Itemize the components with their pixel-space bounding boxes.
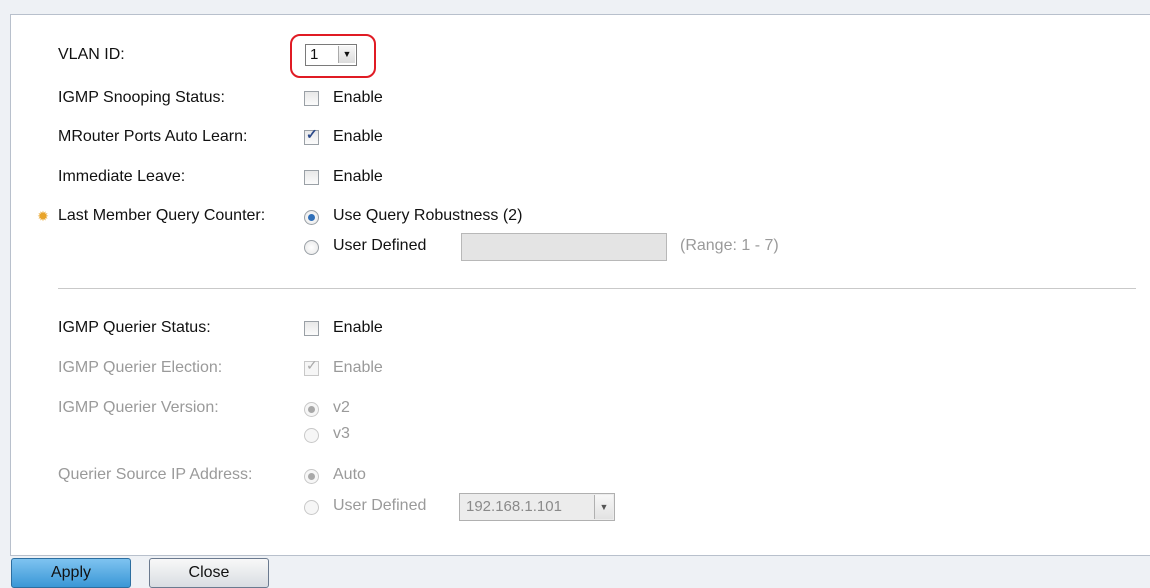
querier-version-v3-label: v3 bbox=[333, 425, 350, 442]
querier-source-auto-radio[interactable] bbox=[304, 469, 319, 484]
querier-version-label: IGMP Querier Version: bbox=[58, 399, 219, 416]
apply-button[interactable]: Apply bbox=[11, 558, 131, 588]
querier-election-label: IGMP Querier Election: bbox=[58, 359, 223, 376]
querier-source-ip-select[interactable]: 192.168.1.101 ▼ bbox=[459, 493, 615, 521]
lmqc-value-input[interactable] bbox=[461, 233, 667, 261]
lmqc-user-defined-label: User Defined bbox=[333, 237, 427, 254]
gear-icon: ✹ bbox=[37, 208, 49, 224]
lmqc-range-hint: (Range: 1 - 7) bbox=[680, 237, 779, 254]
igmp-snooping-label: IGMP Snooping Status: bbox=[58, 89, 225, 106]
lmqc-robustness-label: Use Query Robustness (2) bbox=[333, 207, 523, 224]
top-strip bbox=[0, 0, 1150, 14]
mrouter-checkbox[interactable] bbox=[304, 126, 319, 145]
querier-version-v2-label: v2 bbox=[333, 399, 350, 416]
igmp-snooping-enable-label: Enable bbox=[333, 89, 383, 106]
vlan-id-select[interactable]: 1 ▼ bbox=[305, 44, 357, 66]
immediate-leave-label: Immediate Leave: bbox=[58, 168, 186, 185]
lmqc-user-defined-radio[interactable] bbox=[304, 240, 319, 255]
querier-status-checkbox[interactable] bbox=[304, 321, 319, 336]
querier-version-v3-radio[interactable] bbox=[304, 428, 319, 443]
querier-source-user-radio[interactable] bbox=[304, 500, 319, 515]
vlan-id-value: 1 bbox=[310, 46, 319, 63]
igmp-snooping-checkbox[interactable] bbox=[304, 91, 319, 106]
mrouter-label: MRouter Ports Auto Learn: bbox=[58, 128, 248, 145]
section-divider bbox=[58, 288, 1136, 289]
mrouter-enable-label: Enable bbox=[333, 128, 383, 145]
querier-election-checkbox[interactable] bbox=[304, 357, 319, 376]
querier-source-user-label: User Defined bbox=[333, 497, 427, 514]
lmqc-robustness-radio[interactable] bbox=[304, 210, 319, 225]
chevron-down-icon[interactable]: ▼ bbox=[594, 495, 613, 519]
close-button[interactable]: Close bbox=[149, 558, 269, 588]
querier-status-enable-label: Enable bbox=[333, 319, 383, 336]
querier-source-label: Querier Source IP Address: bbox=[58, 466, 253, 483]
lmqc-label: Last Member Query Counter: bbox=[58, 207, 266, 224]
querier-status-label: IGMP Querier Status: bbox=[58, 319, 211, 336]
querier-source-auto-label: Auto bbox=[333, 466, 366, 483]
querier-source-ip-value: 192.168.1.101 bbox=[466, 498, 562, 515]
chevron-down-icon[interactable]: ▼ bbox=[338, 46, 355, 63]
querier-version-v2-radio[interactable] bbox=[304, 402, 319, 417]
immediate-leave-enable-label: Enable bbox=[333, 168, 383, 185]
querier-election-enable-label: Enable bbox=[333, 359, 383, 376]
immediate-leave-checkbox[interactable] bbox=[304, 170, 319, 185]
vlan-id-label: VLAN ID: bbox=[58, 46, 125, 63]
